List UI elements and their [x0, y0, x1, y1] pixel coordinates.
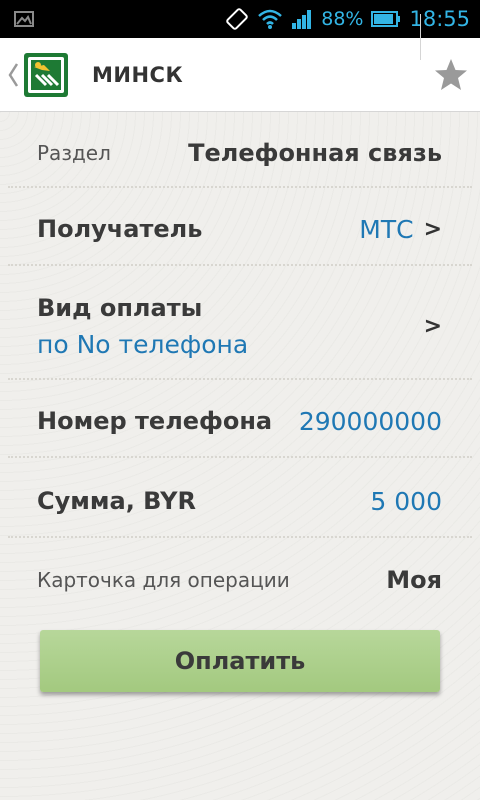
section-label: Раздел: [37, 141, 111, 165]
status-left: [14, 11, 34, 27]
back-button[interactable]: [2, 38, 24, 112]
divider: [8, 264, 472, 266]
divider: [8, 536, 472, 538]
divider: [8, 456, 472, 458]
payment-form: Раздел Телефонная связь Получатель МТС >…: [0, 112, 480, 800]
signal-icon: [292, 10, 312, 29]
chevron-right-icon: >: [423, 216, 442, 242]
payment-type-label: Вид оплаты: [37, 293, 203, 322]
pay-button[interactable]: Оплатить: [40, 630, 440, 692]
recipient-value-group: МТС >: [359, 215, 442, 244]
status-bar: 88% 18:55: [0, 0, 480, 38]
wifi-icon: [258, 9, 283, 29]
phone-value[interactable]: 290000000: [299, 407, 442, 436]
recipient-label: Получатель: [37, 215, 203, 243]
payment-type-group: Вид оплаты по No телефона: [37, 294, 248, 359]
payment-type-value: по No телефона: [37, 329, 249, 359]
amount-label: Сумма, BYR: [37, 487, 196, 515]
battery-icon: [371, 11, 401, 27]
action-bar-divider: [420, 14, 421, 60]
image-icon: [14, 11, 34, 27]
phone-row[interactable]: Номер телефона 290000000: [0, 396, 480, 446]
divider: [8, 378, 472, 380]
card-value: Моя: [386, 566, 442, 594]
page-title: МИНСК: [92, 62, 184, 87]
chevron-left-icon: [8, 62, 19, 87]
battery-percent: 88%: [321, 8, 364, 30]
amount-row[interactable]: Сумма, BYR 5 000: [0, 476, 480, 526]
amount-value[interactable]: 5 000: [370, 487, 442, 516]
divider: [8, 186, 472, 188]
clock: 18:55: [409, 7, 470, 31]
favorite-button[interactable]: [426, 38, 476, 112]
recipient-value: МТС: [359, 214, 414, 244]
app-logo[interactable]: [24, 52, 68, 97]
rotate-icon: [226, 8, 249, 30]
payment-type-row[interactable]: Вид оплаты по No телефона >: [0, 284, 480, 368]
section-row: Раздел Телефонная связь: [0, 130, 480, 176]
section-value: Телефонная связь: [188, 139, 442, 167]
card-row[interactable]: Карточка для операции Моя: [0, 558, 480, 602]
card-label: Карточка для операции: [37, 568, 290, 592]
star-icon: [435, 59, 467, 90]
status-right: 88% 18:55: [225, 7, 470, 31]
action-bar: МИНСК: [0, 38, 480, 112]
chevron-right-icon: >: [423, 313, 442, 339]
phone-label: Номер телефона: [37, 407, 273, 435]
recipient-row[interactable]: Получатель МТС >: [0, 204, 480, 254]
